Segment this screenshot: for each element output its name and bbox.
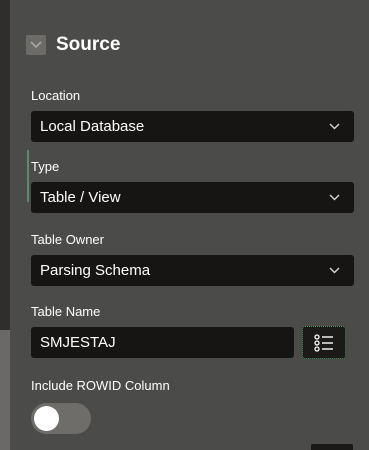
table-owner-select[interactable]: Parsing Schema (31, 255, 354, 286)
table-name-field: Table Name SMJESTAJ (31, 303, 346, 359)
location-select[interactable]: Local Database (31, 111, 354, 142)
chevron-down-icon (329, 194, 340, 201)
type-label: Type (31, 159, 60, 174)
type-select[interactable]: Table / View (31, 182, 354, 213)
include-rowid-label: Include ROWID Column (31, 378, 170, 393)
left-gutter (0, 0, 10, 450)
list-icon (314, 333, 333, 352)
list-of-values-button[interactable] (302, 326, 346, 359)
include-rowid-toggle[interactable] (31, 403, 91, 434)
chevron-down-icon[interactable] (26, 35, 46, 55)
source-section-header[interactable]: Source (26, 30, 120, 60)
location-field: Location Local Database (31, 87, 354, 142)
chevron-down-icon (329, 123, 340, 130)
type-field: Type Table / View (31, 158, 354, 213)
table-name-input[interactable]: SMJESTAJ (31, 327, 294, 358)
table-owner-field: Table Owner Parsing Schema (31, 231, 354, 286)
active-field-marker (27, 150, 29, 202)
table-owner-value: Parsing Schema (40, 262, 151, 279)
location-label: Location (31, 88, 81, 103)
table-owner-label: Table Owner (31, 232, 104, 247)
partial-control (311, 444, 353, 450)
toggle-knob (34, 406, 59, 431)
section-title: Source (56, 34, 121, 55)
include-rowid-field: Include ROWID Column (31, 377, 170, 434)
table-name-label: Table Name (31, 304, 101, 319)
chevron-down-icon (329, 267, 340, 274)
location-value: Local Database (40, 118, 145, 135)
type-value: Table / View (40, 189, 121, 206)
